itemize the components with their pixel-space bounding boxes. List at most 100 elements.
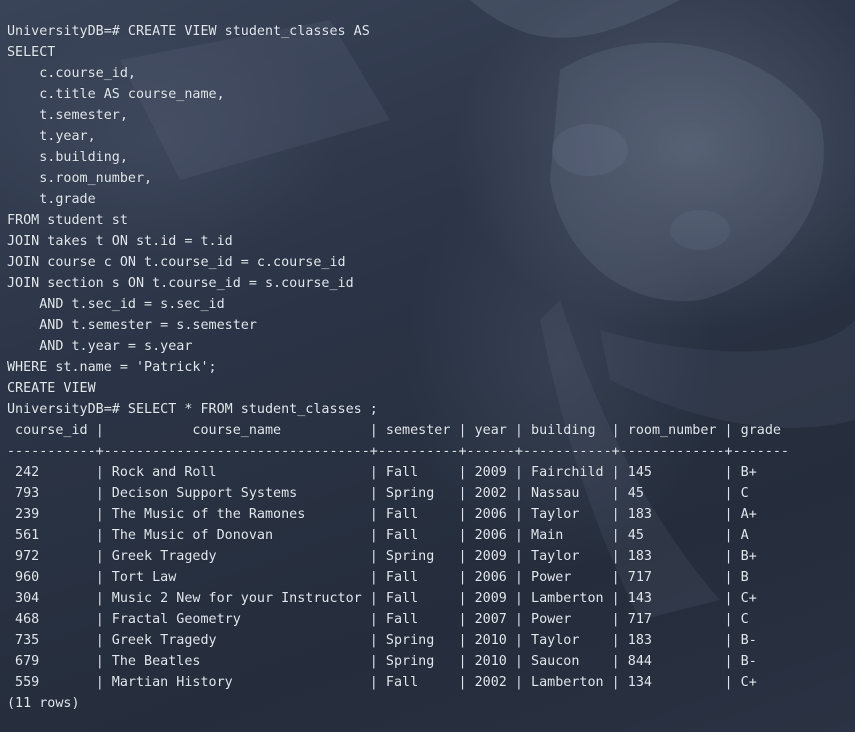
- prompt: UniversityDB=#: [7, 402, 120, 417]
- table-row: 468 | Fractal Geometry | Fall | 2007 | P…: [7, 609, 789, 630]
- table-row: 561 | The Music of Donovan | Fall | 2006…: [7, 525, 789, 546]
- table-cell: Fall: [377, 507, 459, 522]
- sql-text: AND t.sec_id = s.sec_id: [7, 297, 225, 312]
- column-separator: |: [458, 423, 467, 438]
- sql-text: c.title AS course_name,: [7, 87, 225, 102]
- column-separator: |: [95, 654, 104, 669]
- sql-line: s.room_number,: [7, 168, 789, 189]
- column-separator: |: [369, 570, 378, 585]
- sql-line: c.title AS course_name,: [7, 84, 789, 105]
- column-separator: |: [458, 654, 467, 669]
- table-cell: 134: [619, 675, 725, 690]
- command-text: SELECT * FROM student_classes ;: [119, 402, 378, 417]
- table-cell: 2002: [466, 675, 515, 690]
- prompt-line: UniversityDB=# CREATE VIEW student_class…: [7, 21, 789, 42]
- column-separator: |: [369, 633, 378, 648]
- column-separator: |: [611, 549, 620, 564]
- column-separator: |: [458, 675, 467, 690]
- table-cell: 183: [619, 633, 725, 648]
- table-cell: Spring: [377, 486, 459, 501]
- column-separator: |: [369, 465, 378, 480]
- column-separator: |: [95, 528, 104, 543]
- prompt: UniversityDB=#: [7, 24, 120, 39]
- column-separator: |: [458, 507, 467, 522]
- table-cell: A: [732, 528, 781, 543]
- table-row: 972 | Greek Tragedy | Spring | 2009 | Ta…: [7, 546, 789, 567]
- column-separator: |: [514, 612, 523, 627]
- sql-line: AND t.sec_id = s.sec_id: [7, 294, 789, 315]
- table-cell: 2007: [466, 612, 515, 627]
- sql-line: AND t.year = s.year: [7, 336, 789, 357]
- table-cell: B+: [732, 465, 781, 480]
- sql-line: AND t.semester = s.semester: [7, 315, 789, 336]
- column-separator: |: [514, 486, 523, 501]
- table-cell: 2006: [466, 507, 515, 522]
- sql-text: JOIN takes t ON st.id = t.id: [7, 234, 233, 249]
- table-cell: B: [732, 570, 781, 585]
- table-cell: 304: [7, 591, 96, 606]
- table-cell: Lamberton: [522, 675, 612, 690]
- table-cell: The Beatles: [103, 654, 370, 669]
- table-cell: 145: [619, 465, 725, 480]
- column-separator: |: [369, 675, 378, 690]
- table-cell: 844: [619, 654, 725, 669]
- column-separator: |: [458, 465, 467, 480]
- column-separator: |: [514, 675, 523, 690]
- column-separator: |: [514, 507, 523, 522]
- table-cell: Saucon: [522, 654, 612, 669]
- sql-line: JOIN section s ON t.course_id = s.course…: [7, 273, 789, 294]
- column-separator: |: [95, 507, 104, 522]
- column-separator: |: [724, 612, 733, 627]
- table-cell: B-: [732, 633, 781, 648]
- column-separator: |: [611, 528, 620, 543]
- terminal-output: UniversityDB=# CREATE VIEW student_class…: [7, 21, 789, 714]
- table-row: 239 | The Music of the Ramones | Fall | …: [7, 504, 789, 525]
- sql-text: FROM student st: [7, 213, 128, 228]
- column-separator: |: [724, 465, 733, 480]
- sql-text: AND t.year = s.year: [7, 339, 193, 354]
- table-cell: 143: [619, 591, 725, 606]
- table-cell: 793: [7, 486, 96, 501]
- table-cell: C: [732, 486, 781, 501]
- table-row: 960 | Tort Law | Fall | 2006 | Power | 7…: [7, 567, 789, 588]
- column-separator: |: [95, 633, 104, 648]
- column-separator: |: [95, 423, 104, 438]
- table-cell: Spring: [377, 549, 459, 564]
- table-cell: 717: [619, 612, 725, 627]
- sql-text: s.building,: [7, 150, 128, 165]
- table-row: 304 | Music 2 New for your Instructor | …: [7, 588, 789, 609]
- column-separator: |: [369, 528, 378, 543]
- column-separator: |: [95, 570, 104, 585]
- table-row: 793 | Decison Support Systems | Spring |…: [7, 483, 789, 504]
- column-separator: |: [724, 591, 733, 606]
- table-cell: 45: [619, 528, 725, 543]
- table-cell: The Music of Donovan: [103, 528, 370, 543]
- table-header: course_id | course_name | semester | yea…: [7, 420, 789, 441]
- column-separator: |: [611, 654, 620, 669]
- sql-line: c.course_id,: [7, 63, 789, 84]
- row-count-line: (11 rows): [7, 693, 789, 714]
- table-cell: Fall: [377, 570, 459, 585]
- table-cell: Fractal Geometry: [103, 612, 370, 627]
- column-separator: |: [611, 591, 620, 606]
- table-cell: Spring: [377, 654, 459, 669]
- table-cell: Spring: [377, 633, 459, 648]
- column-separator: |: [458, 612, 467, 627]
- column-separator: |: [369, 486, 378, 501]
- table-cell: 183: [619, 507, 725, 522]
- command-result: CREATE VIEW: [7, 378, 789, 399]
- column-separator: |: [611, 675, 620, 690]
- sql-line: s.building,: [7, 147, 789, 168]
- table-cell: 2009: [466, 591, 515, 606]
- column-separator: |: [95, 486, 104, 501]
- terminal-window[interactable]: UniversityDB=# CREATE VIEW student_class…: [0, 0, 855, 732]
- table-cell: 559: [7, 675, 96, 690]
- sql-line: FROM student st: [7, 210, 789, 231]
- table-cell: C+: [732, 675, 781, 690]
- table-cell: The Music of the Ramones: [103, 507, 370, 522]
- column-separator: |: [514, 591, 523, 606]
- column-separator: |: [611, 507, 620, 522]
- column-separator: |: [369, 591, 378, 606]
- table-cell: 468: [7, 612, 96, 627]
- table-cell: 183: [619, 549, 725, 564]
